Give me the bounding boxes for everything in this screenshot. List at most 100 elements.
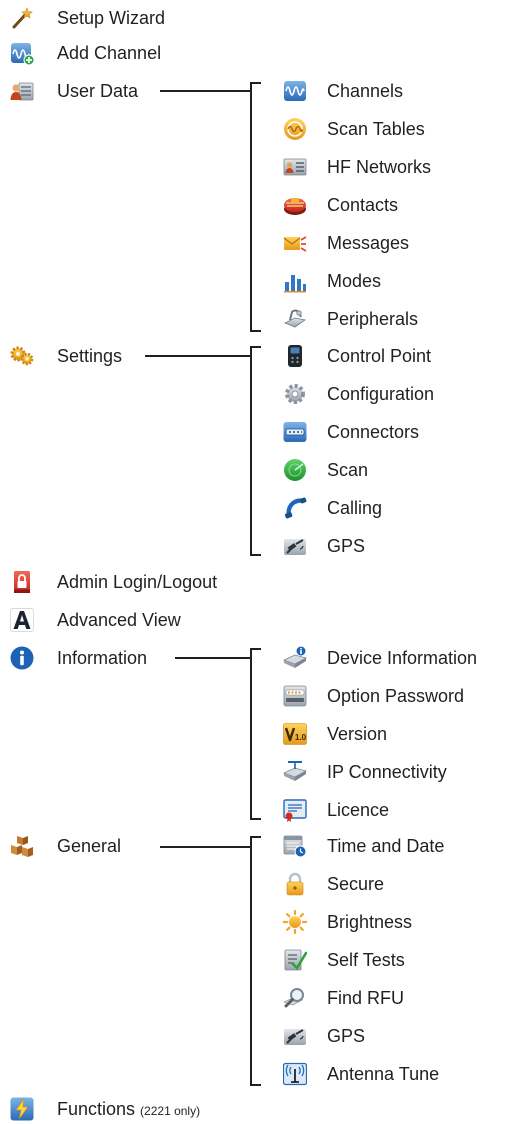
general-boxes-icon [11,836,33,857]
user-data-icon [10,82,34,101]
hf-networks-icon [283,158,307,176]
svg-text:1.0: 1.0 [295,733,307,742]
letter-a-icon [10,608,34,632]
submenu-modes-label: Modes [327,271,382,291]
submenu-calling-label: Calling [327,498,383,518]
submenu-time-and-date-label: Time and Date [327,836,445,856]
channels-icon [284,81,306,101]
phone-handset-icon [284,497,307,519]
connectors-icon [283,422,307,442]
lightning-icon [10,1097,34,1121]
information-connector [175,657,250,659]
menu-settings[interactable]: Settings [10,341,122,371]
calendar-clock-icon [283,835,307,858]
add-channel-icon [11,43,34,65]
user-data-bracket-bottom [250,330,261,332]
magic-wand-icon [12,7,33,29]
settings-gears-icon [10,346,34,366]
menu-functions-label: Functions [57,1099,136,1119]
settings-connector [145,355,250,357]
menu-admin-login[interactable]: Admin Login/Logout [10,567,217,597]
info-icon [10,646,34,670]
submenu-find-rfu[interactable]: Find RFU [283,983,404,1013]
menu-add-channel[interactable]: Add Channel [10,38,161,68]
user-data-bracket [250,82,252,332]
submenu-calling[interactable]: Calling [283,493,382,523]
menu-general[interactable]: General [10,831,121,861]
menu-functions-note: (2221 only) [140,1103,201,1118]
submenu-antenna-tune-label: Antenna Tune [327,1064,440,1084]
submenu-self-tests-label: Self Tests [327,950,405,970]
submenu-modes[interactable]: Modes [283,266,381,296]
menu-user-data[interactable]: User Data [10,76,138,106]
submenu-licence[interactable]: Licence [283,795,389,825]
control-point-icon [288,345,302,367]
information-bracket-bottom [250,818,261,820]
submenu-connectors[interactable]: Connectors [283,417,419,447]
submenu-ip-connectivity-label: IP Connectivity [327,762,447,782]
submenu-option-password[interactable]: Option Password [283,681,464,711]
settings-bracket [250,346,252,556]
device-information-icon [283,646,307,668]
general-bracket-bottom [250,1084,261,1086]
general-bracket-top [250,836,261,838]
menu-add-channel-label: Add Channel [57,43,162,63]
submenu-antenna-tune[interactable]: Antenna Tune [283,1059,439,1089]
submenu-peripherals[interactable]: Peripherals [283,304,418,334]
submenu-gps-settings[interactable]: GPS [283,531,365,561]
submenu-peripherals-label: Peripherals [327,309,419,329]
menu-advanced-view[interactable]: Advanced View [10,605,181,635]
user-data-connector [160,90,250,92]
submenu-configuration-label: Configuration [327,384,435,404]
submenu-time-and-date[interactable]: Time and Date [283,831,444,861]
submenu-self-tests[interactable]: Self Tests [283,945,405,975]
menu-functions[interactable]: Functions (2221 only) [10,1094,200,1124]
submenu-control-point-label: Control Point [327,346,432,366]
submenu-scan-tables[interactable]: Scan Tables [283,114,425,144]
general-bracket [250,836,252,1086]
option-password-icon [283,685,307,707]
modes-icon [284,275,306,293]
submenu-gps-settings-label: GPS [327,536,366,556]
peripherals-icon [284,309,306,328]
submenu-messages-label: Messages [327,233,410,253]
submenu-ip-connectivity[interactable]: IP Connectivity [283,757,447,787]
submenu-version[interactable]: 1.0 Version [283,719,387,749]
find-magnifier-icon [283,988,304,1008]
antenna-tune-icon [283,1062,307,1086]
menu-settings-label: Settings [57,346,123,366]
submenu-contacts[interactable]: Contacts [283,190,398,220]
configuration-gear-icon [285,384,305,404]
menu-information-label: Information [57,648,148,668]
menu-setup-wizard[interactable]: Setup Wizard [10,3,165,33]
submenu-hf-networks[interactable]: HF Networks [283,152,431,182]
submenu-licence-label: Licence [327,800,390,820]
submenu-configuration[interactable]: Configuration [283,379,434,409]
submenu-messages[interactable]: Messages [283,228,409,258]
submenu-brightness[interactable]: Brightness [283,907,412,937]
submenu-channels[interactable]: Channels [283,76,403,106]
sun-brightness-icon [283,910,307,934]
submenu-gps-general[interactable]: GPS [283,1021,365,1051]
information-bracket [250,648,252,820]
menu-setup-wizard-label: Setup Wizard [57,8,166,28]
gps-satellite-icon [284,539,306,555]
submenu-device-information[interactable]: Device Information [283,643,477,673]
settings-bracket-top [250,346,261,348]
submenu-secure[interactable]: Secure [283,869,384,899]
menu-advanced-view-label: Advanced View [57,610,181,630]
submenu-control-point[interactable]: Control Point [283,341,431,371]
submenu-version-label: Version [327,724,388,744]
submenu-scan[interactable]: Scan [283,455,368,485]
licence-certificate-icon [283,799,307,822]
menu-general-label: General [57,836,122,856]
settings-bracket-bottom [250,554,261,556]
submenu-scan-label: Scan [327,460,369,480]
admin-lock-icon [14,571,30,593]
submenu-find-rfu-label: Find RFU [327,988,405,1008]
menu-information[interactable]: Information [10,643,147,673]
messages-icon [283,236,307,252]
submenu-contacts-label: Contacts [327,195,399,215]
scan-radar-icon [284,459,306,481]
submenu-option-password-label: Option Password [327,686,465,706]
